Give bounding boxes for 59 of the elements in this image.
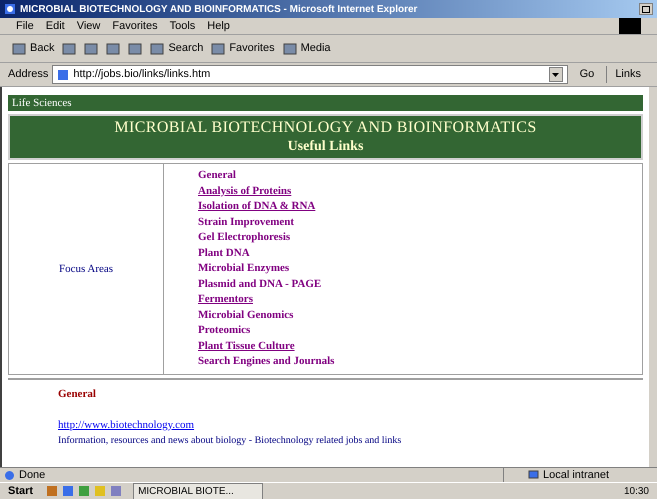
- go-button[interactable]: Go: [572, 66, 602, 83]
- section-bar: Life Sciences: [8, 95, 643, 111]
- clock: 10:30: [624, 484, 650, 498]
- menu-item[interactable]: View: [76, 18, 100, 34]
- computer-icon: [528, 470, 539, 480]
- toolbar-icon: [150, 42, 164, 56]
- page-icon: [57, 68, 70, 80]
- focus-link[interactable]: Plant DNA: [198, 246, 250, 261]
- toolbar-icon: [211, 42, 226, 56]
- focus-link[interactable]: Gel Electrophoresis: [198, 230, 290, 246]
- taskbar-button[interactable]: MICROBIAL BIOTE...: [133, 482, 264, 499]
- menu-item[interactable]: File: [16, 18, 34, 34]
- focus-link[interactable]: Microbial Genomics: [198, 308, 294, 323]
- toolbar-button[interactable]: Media: [282, 40, 331, 57]
- toolbar-button[interactable]: [128, 42, 142, 56]
- page-icon: [4, 470, 15, 480]
- menu-item[interactable]: Help: [207, 18, 230, 34]
- toolbar-button[interactable]: [62, 42, 76, 56]
- toolbar-button[interactable]: [106, 42, 120, 56]
- website-link[interactable]: http://www.biotechnology.com: [58, 416, 194, 433]
- toolbar-icon: [62, 42, 76, 56]
- zone-text: Local intranet: [543, 468, 610, 483]
- focus-link[interactable]: Strain Improvement: [198, 214, 294, 230]
- browser-icon: [4, 3, 16, 15]
- focus-link[interactable]: Plasmid and DNA - PAGE: [198, 276, 322, 292]
- focus-link[interactable]: Plant Tissue Culture: [198, 338, 295, 354]
- scrollbar[interactable]: [649, 87, 657, 467]
- toolbar-icon: [84, 42, 98, 56]
- toolbar-button[interactable]: [84, 42, 98, 56]
- status-text: Done: [19, 468, 46, 483]
- focus-link[interactable]: Isolation of DNA & RNA: [198, 199, 316, 214]
- address-field[interactable]: http://jobs.bio/links/links.htm: [52, 65, 568, 84]
- toolbar-icon: [282, 42, 297, 56]
- toolbar-button[interactable]: Back: [12, 40, 54, 57]
- focus-link[interactable]: Search Engines and Journals: [198, 354, 334, 370]
- focus-link[interactable]: Analysis of Proteins: [198, 184, 292, 199]
- toolbar-icon: [12, 42, 26, 56]
- address-label: Address: [8, 67, 48, 82]
- start-button[interactable]: Start: [4, 482, 38, 499]
- toolbar-button[interactable]: Search: [150, 40, 204, 57]
- link-description: Information, resources and news about biology - Biotechnology related jobs and links: [58, 434, 402, 448]
- menu-item[interactable]: Tools: [170, 18, 196, 34]
- page-subtitle: Useful Links: [288, 138, 364, 156]
- focus-link[interactable]: Microbial Enzymes: [198, 261, 290, 276]
- maximize-button[interactable]: [639, 3, 653, 15]
- focus-areas-label: Focus Areas: [58, 262, 114, 277]
- toolbar-button[interactable]: Favorites: [211, 40, 275, 57]
- window-title: MICROBIAL BIOTECHNOLOGY AND BIOINFORMATICS - Microsoft Internet Explorer: [20, 2, 418, 16]
- toolbar-icon: [128, 42, 142, 56]
- section-heading: General: [58, 387, 96, 402]
- menu-item[interactable]: Favorites: [112, 18, 158, 34]
- toolbar-icon: [106, 42, 120, 56]
- focus-link[interactable]: Fermentors: [198, 292, 253, 308]
- dropdown-icon[interactable]: [548, 67, 563, 82]
- page-title: MICROBIAL BIOTECHNOLOGY AND BIOINFORMATICS: [114, 118, 537, 138]
- links-button[interactable]: Links: [606, 66, 649, 83]
- menu-item[interactable]: Edit: [46, 18, 65, 34]
- focus-link[interactable]: General: [198, 168, 236, 184]
- focus-link[interactable]: Proteomics: [198, 323, 250, 338]
